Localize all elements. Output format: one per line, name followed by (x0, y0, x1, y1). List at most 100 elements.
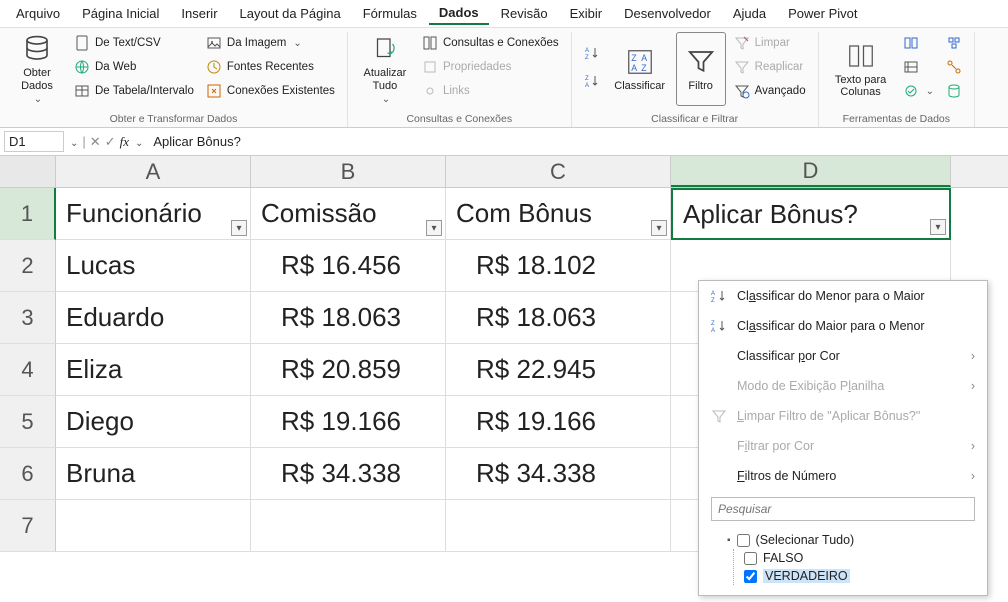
row-header-7[interactable]: 7 (0, 500, 56, 552)
check-falso[interactable]: FALSO (744, 549, 971, 567)
data-model-button[interactable] (942, 80, 966, 102)
fontes-recentes-button[interactable]: Fontes Recentes (202, 56, 339, 78)
menu-power-pivot[interactable]: Power Pivot (778, 3, 867, 24)
checkbox-falso[interactable] (744, 552, 757, 565)
recent-icon (206, 59, 222, 75)
col-header-b[interactable]: B (251, 156, 446, 187)
col-header-c[interactable]: C (446, 156, 671, 187)
cell-c5[interactable]: R$ 19.166 (446, 396, 671, 448)
checkbox-verdadeiro[interactable] (744, 570, 757, 583)
sort-asc-button[interactable]: AZ (580, 42, 604, 64)
avancado-button[interactable]: Avançado (730, 80, 810, 102)
menu-formulas[interactable]: Fórmulas (353, 3, 427, 24)
menu-desenvolvedor[interactable]: Desenvolvedor (614, 3, 721, 24)
reapply-icon (734, 59, 750, 75)
sort-color-item[interactable]: Classificar por Cor › (699, 341, 987, 371)
menu-dados[interactable]: Dados (429, 2, 489, 25)
cell-a6[interactable]: Bruna (56, 448, 251, 500)
da-imagem-button[interactable]: Da Imagem (202, 32, 339, 54)
obter-dados-button[interactable]: Obter Dados (8, 32, 66, 106)
col-header-d[interactable]: D (671, 156, 951, 187)
fx-icon[interactable]: fx (120, 134, 129, 150)
conexoes-existentes-button[interactable]: Conexões Existentes (202, 80, 339, 102)
remove-dup-button[interactable] (899, 56, 938, 78)
filtro-button[interactable]: Filtro (676, 32, 726, 106)
reaplicar-button[interactable]: Reaplicar (730, 56, 810, 78)
row-header-1[interactable]: 1 (0, 188, 56, 240)
cell-c7[interactable] (446, 500, 671, 552)
cell-b6[interactable]: R$ 34.338 (251, 448, 446, 500)
formula-input[interactable]: Aplicar Bônus? (147, 132, 1004, 151)
sort-asc-item[interactable]: AZ Classificar do Menor para o Maior (699, 281, 987, 311)
cell-c1[interactable]: Com Bônus (446, 188, 671, 240)
cell-a2[interactable]: Lucas (56, 240, 251, 292)
de-tabela-label: De Tabela/Intervalo (95, 85, 194, 97)
filter-toggle-c[interactable] (651, 220, 667, 236)
cell-c3[interactable]: R$ 18.063 (446, 292, 671, 344)
name-box[interactable]: D1 (4, 131, 64, 152)
checkbox-select-all[interactable] (737, 534, 750, 547)
fontes-recentes-label: Fontes Recentes (227, 61, 314, 73)
cell-b2[interactable]: R$ 16.456 (251, 240, 446, 292)
cell-a3[interactable]: Eduardo (56, 292, 251, 344)
filter-search-input[interactable] (711, 497, 975, 521)
cell-b7[interactable] (251, 500, 446, 552)
menu-pagina-inicial[interactable]: Página Inicial (72, 3, 169, 24)
data-validation-button[interactable] (899, 80, 938, 102)
row-header-6[interactable]: 6 (0, 448, 56, 500)
menu-ajuda[interactable]: Ajuda (723, 3, 776, 24)
filter-toggle-a[interactable] (231, 220, 247, 236)
fx-dropdown[interactable] (133, 134, 143, 149)
menu-arquivo[interactable]: Arquivo (6, 3, 70, 24)
tree-toggle-icon[interactable]: ▪ (727, 535, 731, 546)
cell-b4[interactable]: R$ 20.859 (251, 344, 446, 396)
name-box-dropdown[interactable] (68, 134, 78, 149)
consultas-conexoes-button[interactable]: Consultas e Conexões (418, 32, 563, 54)
propriedades-button[interactable]: Propriedades (418, 56, 563, 78)
cell-a7[interactable] (56, 500, 251, 552)
cell-a5[interactable]: Diego (56, 396, 251, 448)
flashfill-button[interactable] (899, 32, 938, 54)
menu-layout[interactable]: Layout da Página (230, 3, 351, 24)
row-header-4[interactable]: 4 (0, 344, 56, 396)
cell-d1[interactable]: Aplicar Bônus? (671, 188, 951, 240)
sort-desc-item[interactable]: ZA Classificar do Maior para o Menor (699, 311, 987, 341)
num-filters-item[interactable]: Filtros de Número › (699, 461, 987, 491)
cell-a4[interactable]: Eliza (56, 344, 251, 396)
col-header-a[interactable]: A (56, 156, 251, 187)
atualizar-tudo-button[interactable]: Atualizar Tudo (356, 32, 414, 106)
cell-a1[interactable]: Funcionário (56, 188, 251, 240)
select-all-corner[interactable] (0, 156, 56, 187)
classificar-button[interactable]: ZAAZ Classificar (608, 32, 672, 106)
limpar-button[interactable]: Limpar (730, 32, 810, 54)
da-web-button[interactable]: Da Web (70, 56, 198, 78)
cell-c6[interactable]: R$ 34.338 (446, 448, 671, 500)
consolidate-button[interactable] (942, 32, 966, 54)
sort-desc-icon: ZA (711, 318, 727, 334)
cell-b1[interactable]: Comissão (251, 188, 446, 240)
cell-c4[interactable]: R$ 22.945 (446, 344, 671, 396)
cell-c2[interactable]: R$ 18.102 (446, 240, 671, 292)
row-header-3[interactable]: 3 (0, 292, 56, 344)
filter-toggle-d[interactable] (930, 219, 946, 235)
cell-b3[interactable]: R$ 18.063 (251, 292, 446, 344)
menu-exibir[interactable]: Exibir (560, 3, 613, 24)
links-button[interactable]: Links (418, 80, 563, 102)
sort-desc-button[interactable]: ZA (580, 70, 604, 92)
image-icon (206, 35, 222, 51)
relationships-button[interactable] (942, 56, 966, 78)
cell-b5[interactable]: R$ 19.166 (251, 396, 446, 448)
row-header-5[interactable]: 5 (0, 396, 56, 448)
row-header-2[interactable]: 2 (0, 240, 56, 292)
confirm-icon[interactable]: ✓ (105, 134, 116, 150)
check-verdadeiro[interactable]: VERDADEIRO (744, 567, 971, 585)
menu-revisao[interactable]: Revisão (491, 3, 558, 24)
menu-inserir[interactable]: Inserir (171, 3, 227, 24)
de-tabela-button[interactable]: De Tabela/Intervalo (70, 80, 198, 102)
cancel-icon[interactable]: ✕ (90, 134, 101, 150)
check-select-all[interactable]: ▪(Selecionar Tudo) (727, 531, 971, 549)
blank-icon (711, 348, 727, 364)
de-text-csv-button[interactable]: De Text/CSV (70, 32, 198, 54)
filter-toggle-b[interactable] (426, 220, 442, 236)
texto-colunas-button[interactable]: Texto para Colunas (827, 32, 895, 106)
